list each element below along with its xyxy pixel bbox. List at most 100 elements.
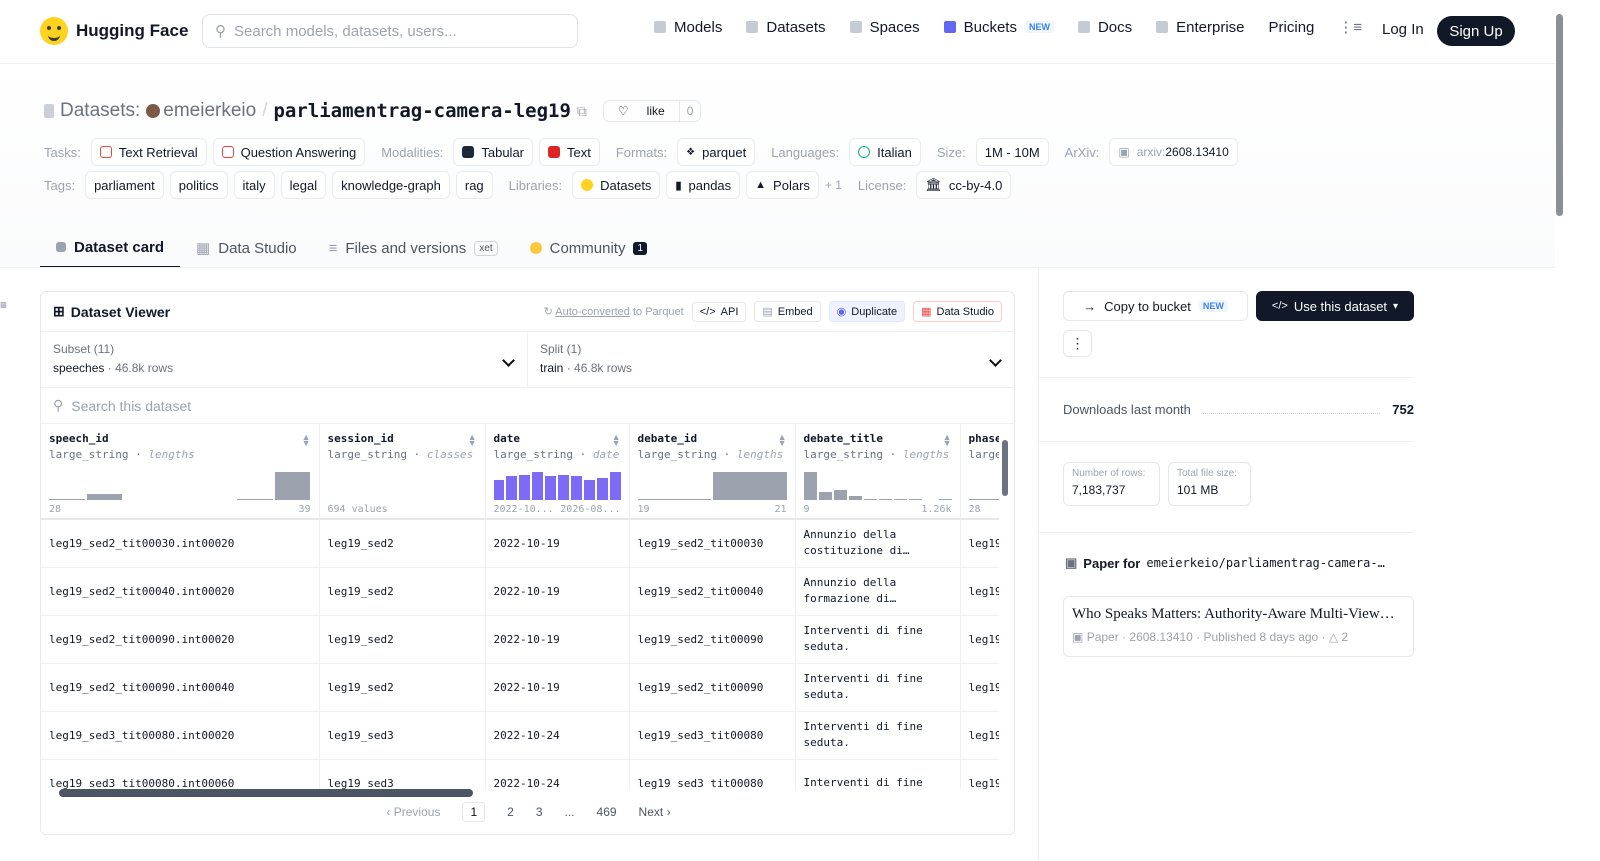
modality-tabular[interactable]: Tabular (453, 138, 533, 166)
table-cell[interactable]: leg19_sed3_tit00080 (629, 711, 796, 760)
size-tag[interactable]: 1M - 10M (975, 138, 1049, 166)
table-cell[interactable]: leg19_sed2_tit00090 (629, 663, 796, 712)
page-scrollbar[interactable] (1556, 14, 1563, 216)
histogram-bar[interactable] (968, 498, 999, 500)
task-question-answering[interactable]: Question Answering (212, 138, 366, 166)
tab-dataset-card[interactable]: Dataset card (40, 228, 181, 268)
histogram-bar[interactable] (237, 499, 273, 500)
nav-enterprise[interactable]: Enterprise (1156, 19, 1245, 36)
histogram-bar[interactable] (86, 494, 123, 500)
table-cell[interactable]: leg19_sed2 (319, 519, 486, 568)
table-cell[interactable]: leg19_sed2_tit00030.int00020 (41, 519, 320, 568)
histogram-bar[interactable] (818, 491, 832, 500)
histogram-bar[interactable] (532, 472, 544, 500)
table-cell[interactable]: leg19_sed3 (319, 711, 486, 760)
arxiv-tag[interactable]: ▣ arxiv:2608.13410 (1109, 138, 1238, 166)
histogram-bar[interactable] (596, 477, 608, 500)
histogram-bar[interactable] (803, 472, 817, 500)
column-header[interactable]: debate_id large_string · lengths ▲ ▼ 19 21 (629, 424, 796, 520)
table-cell[interactable]: Interventi di fine seduta. (795, 711, 961, 760)
task-text-retrieval[interactable]: Text Retrieval (90, 138, 207, 166)
vertical-scrollbar[interactable] (1002, 440, 1008, 496)
repo-owner[interactable]: emeierkeio (163, 100, 256, 122)
table-cell[interactable]: Interventi di fine seduta. (795, 663, 961, 712)
nav-models[interactable]: Models (654, 19, 722, 36)
table-cell[interactable]: leg19_sed2 (319, 567, 486, 616)
more-menu-icon[interactable]: ⋮≡ (1338, 18, 1362, 36)
histogram-bar[interactable] (49, 499, 85, 500)
histogram-bar[interactable] (506, 476, 518, 500)
table-cell[interactable]: leg19_sed2_tit00090.int00020 (41, 615, 320, 664)
histogram-bar[interactable] (878, 498, 892, 500)
sort-icon[interactable]: ▲ ▼ (468, 433, 477, 448)
duplicate-button[interactable]: ◉ Duplicate (828, 301, 906, 322)
table-cell[interactable]: leg19_sed3_tit00080.int00020 (41, 711, 320, 760)
table-row[interactable]: leg19_sed2_tit00030.int00020 leg19_sed2 20… (41, 519, 999, 568)
sort-icon[interactable]: ▲ ▼ (778, 433, 787, 448)
histogram-bar[interactable] (558, 474, 569, 500)
column-header[interactable]: debate_title large_string · lengths ▲ ▼ 9 1.2… (795, 424, 961, 520)
repo-name[interactable]: parliamentrag-camera-leg19 (273, 100, 570, 122)
table-cell[interactable]: Annunzio della costituzione di… (795, 519, 961, 568)
table-cell[interactable]: Interventi di fine seduta. (795, 615, 961, 664)
histogram-bar[interactable] (893, 498, 907, 500)
page-3-button[interactable]: 3 (536, 805, 543, 819)
data-studio-button[interactable]: ▦ Data Studio (913, 301, 1002, 322)
tab-data-studio[interactable]: ▦ Data Studio (180, 228, 313, 268)
nav-spaces[interactable]: Spaces (849, 19, 920, 36)
modality-text[interactable]: Text (539, 138, 600, 166)
column-header[interactable]: date large_string · date ▲ ▼ 2022-10... 2026-… (485, 424, 630, 520)
table-cell[interactable]: 2022-10-19 (485, 567, 630, 616)
tag-italy[interactable]: italy (233, 171, 275, 199)
nav-docs[interactable]: Docs (1077, 19, 1132, 36)
like-button[interactable]: ♡ like 0 (602, 100, 702, 122)
split-select[interactable]: Split (1) train · 46.8k rows (527, 332, 1014, 387)
table-cell[interactable]: 2022-10-19 (485, 615, 630, 664)
table-cell[interactable]: Interventi di fine (795, 759, 961, 789)
table-cell[interactable]: leg19_sed2_tit00040 (629, 567, 796, 616)
copy-icon[interactable]: ⧉ (577, 103, 587, 120)
column-header[interactable]: speech_id large_string · lengths ▲ ▼ 28 39 (41, 424, 320, 520)
libraries-more[interactable]: + 1 (825, 178, 842, 192)
sort-icon[interactable]: ▲ ▼ (943, 433, 952, 448)
more-options-button[interactable]: ⋮ (1063, 330, 1092, 357)
table-cell[interactable]: leg19 (960, 759, 999, 789)
table-cell[interactable]: leg19_sed3_tit00080.int00060 (41, 759, 320, 789)
copy-to-bucket-button[interactable]: → Copy to bucket NEW (1063, 291, 1248, 321)
histogram-bar[interactable] (609, 472, 621, 500)
embed-button[interactable]: ▤ Embed (754, 301, 821, 322)
table-cell[interactable]: 2022-10-19 (485, 519, 630, 568)
library-polars[interactable]: ▲ Polars (746, 171, 819, 199)
table-cell[interactable]: leg19_sed2_tit00090 (629, 615, 796, 664)
nav-pricing[interactable]: Pricing (1269, 19, 1315, 36)
table-cell[interactable]: leg19_sed2 (319, 615, 486, 664)
table-cell[interactable]: leg19 (960, 615, 999, 664)
table-cell[interactable]: leg19_sed3 (319, 759, 486, 789)
repo-type-label[interactable]: Datasets: (60, 100, 140, 122)
sort-icon[interactable]: ▲ ▼ (302, 433, 311, 448)
table-cell[interactable]: leg19_sed2_tit00040.int00020 (41, 567, 320, 616)
table-cell[interactable]: leg19 (960, 519, 999, 568)
histogram-bar[interactable] (637, 499, 711, 500)
histogram-bar[interactable] (274, 472, 311, 500)
table-cell[interactable]: leg19_sed2_tit00090.int00040 (41, 663, 320, 712)
histogram-bar[interactable] (848, 495, 862, 500)
histogram-bar[interactable] (583, 480, 595, 500)
dataset-search-input[interactable]: ⚲ Search this dataset (41, 388, 1014, 424)
next-page-button[interactable]: Next › (639, 805, 671, 819)
table-row[interactable]: leg19_sed3_tit00080.int00060 leg19_sed3 20… (41, 759, 999, 789)
tag-politics[interactable]: politics (169, 171, 228, 199)
table-row[interactable]: leg19_sed2_tit00040.int00020 leg19_sed2 20… (41, 567, 999, 616)
histogram-bar[interactable] (938, 498, 952, 500)
column-header[interactable]: session_id large_string · classes ▲ ▼ 694 va… (319, 424, 486, 520)
table-row[interactable]: leg19_sed2_tit00090.int00020 leg19_sed2 20… (41, 615, 999, 664)
signup-button[interactable]: Sign Up (1437, 16, 1515, 46)
histogram-bar[interactable] (493, 480, 505, 500)
login-link[interactable]: Log In (1382, 21, 1424, 38)
library-datasets[interactable]: Datasets (572, 171, 661, 199)
table-cell[interactable]: leg19_sed2 (319, 663, 486, 712)
histogram-bar[interactable] (833, 490, 847, 500)
use-this-dataset-button[interactable]: </> Use this dataset ▾ (1256, 291, 1414, 321)
format-parquet[interactable]: ❖ parquet (677, 138, 756, 166)
page-2-button[interactable]: 2 (507, 805, 514, 819)
